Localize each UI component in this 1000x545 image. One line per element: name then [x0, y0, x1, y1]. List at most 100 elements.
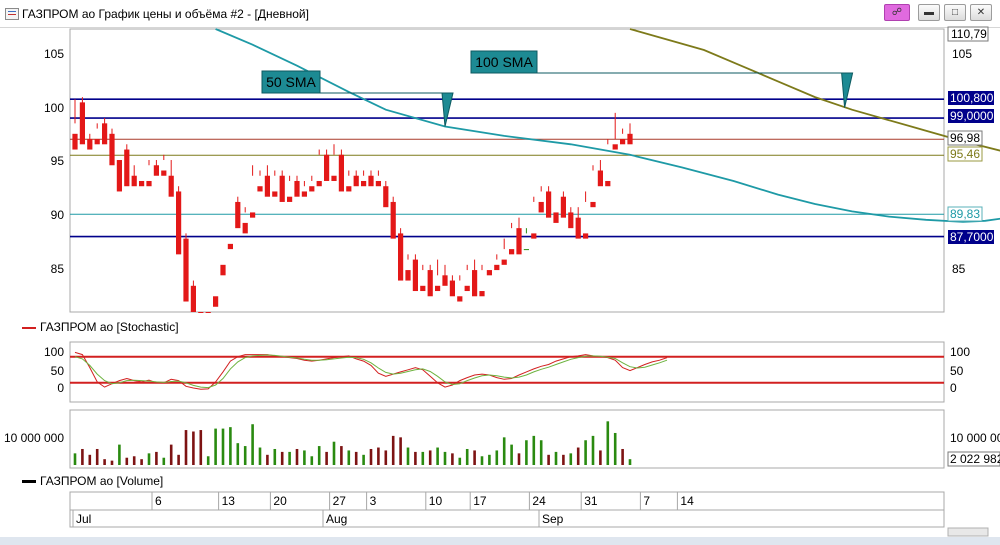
volume-bar-1	[81, 448, 84, 465]
volume-bar-34	[325, 451, 328, 465]
candle-body-6	[116, 160, 122, 192]
candle-body-9	[139, 180, 145, 187]
stochastic-panel[interactable]	[69, 341, 945, 403]
volume-bar-67	[569, 453, 573, 465]
candle-body-56	[486, 270, 492, 276]
volume-bar-22	[236, 443, 240, 465]
day-label-20: 20	[273, 494, 287, 508]
candle-body-18	[205, 312, 211, 313]
volume-bar-65	[554, 451, 558, 465]
stoch-tick-0: 0	[57, 381, 64, 395]
volume-bar-33	[317, 446, 321, 465]
volume-bar-26	[266, 454, 269, 465]
candle-body-24	[250, 212, 256, 218]
candle-body-38	[353, 175, 359, 187]
volume-bar-51	[451, 453, 454, 465]
candle-body-57	[494, 264, 500, 271]
day-label-14: 14	[680, 494, 694, 508]
candle-body-21	[227, 243, 233, 250]
volume-bar-30	[295, 448, 299, 465]
candle-body-31	[301, 191, 307, 197]
volume-bar-42	[384, 450, 388, 465]
volume-bar-24	[251, 424, 254, 465]
candle-body-40	[368, 175, 374, 187]
volume-bar-74	[621, 448, 624, 465]
volume-bar-9	[140, 459, 143, 465]
volume-bar-28	[280, 451, 284, 465]
month-label-Aug: Aug	[326, 512, 347, 526]
volume-bar-4	[103, 459, 106, 465]
candle-body-15	[183, 238, 189, 302]
candle-body-63	[538, 201, 544, 213]
volume-bar-50	[443, 451, 447, 465]
candle-body-32	[309, 186, 315, 192]
candle-body-72	[605, 180, 611, 187]
volume-bar-14	[177, 454, 180, 465]
volume-bar-6	[118, 444, 121, 465]
candle-body-20	[220, 264, 226, 276]
candle-body-11	[153, 165, 159, 176]
volume-bar-66	[562, 454, 565, 465]
candle-body-2	[87, 139, 93, 150]
volume-last-value: 2 022 982	[950, 452, 1000, 466]
candle-body-36	[338, 154, 344, 192]
candle-body-74	[620, 139, 626, 145]
stoch-right-tick-100: 100	[950, 345, 970, 359]
volume-bar-11	[155, 451, 158, 465]
candle-body-16	[190, 285, 196, 312]
volume-bar-40	[369, 448, 373, 465]
candle-body-67	[568, 212, 574, 229]
candle-body-68	[575, 217, 581, 239]
day-label-3: 3	[370, 494, 377, 508]
volume-bar-20	[221, 428, 225, 465]
volume-bar-52	[458, 457, 462, 465]
volume-bar-46	[414, 451, 417, 465]
horizontal-scroll-handle[interactable]	[947, 527, 989, 537]
candle-body-53	[464, 285, 470, 292]
callout-50-sma-label: 50 SMA	[266, 74, 316, 90]
volume-bar-55	[480, 456, 484, 465]
day-label-10: 10	[429, 494, 443, 508]
volume-bar-71	[599, 450, 602, 465]
volume-bar-8	[132, 456, 136, 465]
price-tick-90: 90	[51, 208, 65, 222]
day-label-31: 31	[584, 494, 598, 508]
volume-bar-16	[192, 431, 195, 465]
volume-bar-68	[576, 447, 580, 465]
volume-bar-15	[184, 430, 188, 465]
price-right-tick-85: 85	[952, 262, 966, 276]
volume-bar-29	[288, 451, 291, 465]
candle-body-52	[457, 296, 463, 302]
volume-bar-27	[273, 448, 277, 465]
candle-body-59	[509, 249, 515, 255]
volume-bar-54	[473, 450, 476, 465]
volume-right-tick-10m: 10 000 000	[950, 431, 1000, 445]
candle-body-65	[553, 212, 559, 223]
candle-body-60	[516, 228, 522, 255]
volume-bar-3	[95, 448, 99, 465]
day-label-7: 7	[643, 494, 650, 508]
candle-body-75	[627, 133, 633, 145]
candle-body-62	[531, 233, 537, 239]
candle-body-22	[235, 201, 241, 229]
volume-bar-37	[347, 450, 351, 465]
candle-body-37	[346, 186, 352, 192]
volume-swatch	[22, 480, 36, 484]
month-label-Sep: Sep	[542, 512, 564, 526]
volume-bar-5	[110, 460, 114, 465]
volume-bar-21	[229, 427, 232, 465]
candle-body-73	[612, 144, 618, 150]
candle-body-51	[449, 280, 455, 297]
volume-bar-44	[399, 437, 402, 465]
candle-body-50	[442, 275, 448, 286]
bottom-scrollbar[interactable]	[0, 537, 1000, 545]
candle-body-3	[94, 139, 100, 145]
volume-bar-59	[510, 444, 513, 465]
day-label-17: 17	[473, 494, 487, 508]
volume-bar-48	[428, 450, 432, 465]
candle-body-33	[316, 180, 322, 187]
candle-body-71	[597, 170, 603, 187]
volume-legend-label: ГАЗПРОМ ао [Volume]	[40, 474, 164, 488]
sma50-value-label: 89,83	[950, 207, 980, 221]
volume-bar-64	[547, 454, 550, 465]
